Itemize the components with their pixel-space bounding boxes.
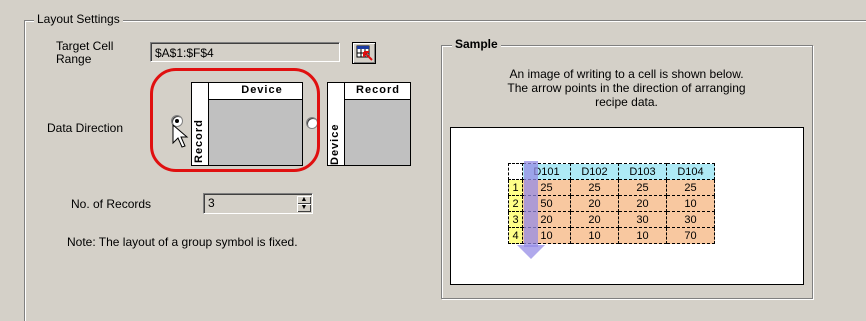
grid-col-header: D103: [618, 163, 667, 180]
records-label: No. of Records: [71, 197, 152, 211]
cell-picker-button[interactable]: [352, 42, 376, 64]
mouse-cursor-icon: [172, 124, 189, 148]
grid-cell: 30: [666, 211, 715, 228]
grid-corner: [508, 163, 523, 180]
grid-cell: 25: [570, 179, 619, 196]
data-direction-label: Data Direction: [47, 121, 124, 135]
target-cell-field[interactable]: $A$1:$F$4: [150, 42, 340, 62]
grid-cell: 30: [618, 211, 667, 228]
spin-down-icon: ▼: [300, 204, 308, 211]
grid-row-header: 2: [508, 195, 523, 212]
option-record-top-label: Record: [356, 84, 400, 96]
grid-cell: 10: [570, 227, 619, 244]
grid-cell: 25: [666, 179, 715, 196]
grid-col-header: D102: [570, 163, 619, 180]
group-symbol-note: Note: The layout of a group symbol is fi…: [67, 235, 298, 249]
target-cell-label: Target Cell Range: [56, 39, 114, 66]
grid-cell: 20: [618, 195, 667, 212]
layout-settings-title: Layout Settings: [34, 12, 123, 26]
grid-row-header: 1: [508, 179, 523, 196]
grid-cell: 10: [618, 227, 667, 244]
grid-cell: 10: [666, 195, 715, 212]
sample-description: An image of writing to a cell is shown b…: [507, 67, 746, 109]
grid-row-header: 3: [508, 211, 523, 228]
sample-title: Sample: [452, 37, 501, 51]
grid-cell: 20: [570, 211, 619, 228]
cell-picker-icon: [356, 45, 373, 61]
grid-col-header: D104: [666, 163, 715, 180]
records-spin-up[interactable]: ▲: [297, 196, 311, 204]
spin-up-icon: ▲: [300, 196, 308, 203]
sample-grid: D101 D102 D103 D104 1 25 25 25 25 2 50 2…: [508, 163, 715, 244]
direction-option-record[interactable]: Record Device: [327, 82, 411, 166]
records-spin-down[interactable]: ▼: [297, 204, 311, 212]
option-record-left-label: Device: [329, 123, 341, 165]
grid-row-header: 4: [508, 227, 523, 244]
direction-highlight-ring: [150, 68, 320, 172]
grid-cell: 25: [618, 179, 667, 196]
direction-arrow-head: [517, 245, 545, 259]
grid-cell: 70: [666, 227, 715, 244]
direction-arrow-shaft: [524, 161, 538, 247]
grid-cell: 20: [570, 195, 619, 212]
